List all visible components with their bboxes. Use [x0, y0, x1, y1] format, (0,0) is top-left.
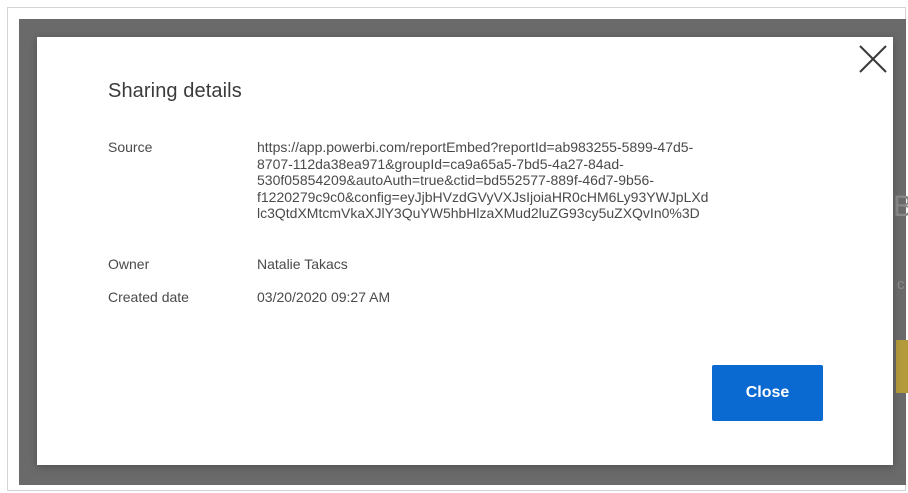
background-button-fragment	[896, 340, 908, 393]
source-value-line: f1220279c9c0&config=eyJjbHVzdGVyVXJsIjoi…	[257, 188, 709, 205]
background-text-fragment: B	[893, 190, 908, 223]
dialog-title: Sharing details	[108, 80, 242, 102]
close-button[interactable]: Close	[712, 365, 823, 421]
source-value-line: lc3QtdXMtcmVkaXJlY3QuYW5hbHlzaXMud2luZG9…	[257, 205, 700, 221]
close-icon[interactable]	[856, 42, 890, 76]
created-date-value: 03/20/2020 09:27 AM	[257, 289, 391, 305]
source-value-line: 8707-112da38ea971&groupId=ca9a65a5-7bd5-…	[257, 155, 624, 172]
source-value-line: https://app.powerbi.com/reportEmbed?repo…	[257, 139, 694, 155]
source-value-line: 530f05854209&autoAuth=true&ctid=bd552577…	[257, 172, 654, 188]
background-text-fragment: c	[897, 276, 905, 293]
owner-label: Owner	[108, 256, 150, 272]
source-value: https://app.powerbi.com/reportEmbed?repo…	[257, 139, 857, 222]
owner-value: Natalie Takacs	[257, 256, 348, 272]
created-date-label: Created date	[108, 289, 189, 305]
source-label: Source	[108, 139, 153, 155]
